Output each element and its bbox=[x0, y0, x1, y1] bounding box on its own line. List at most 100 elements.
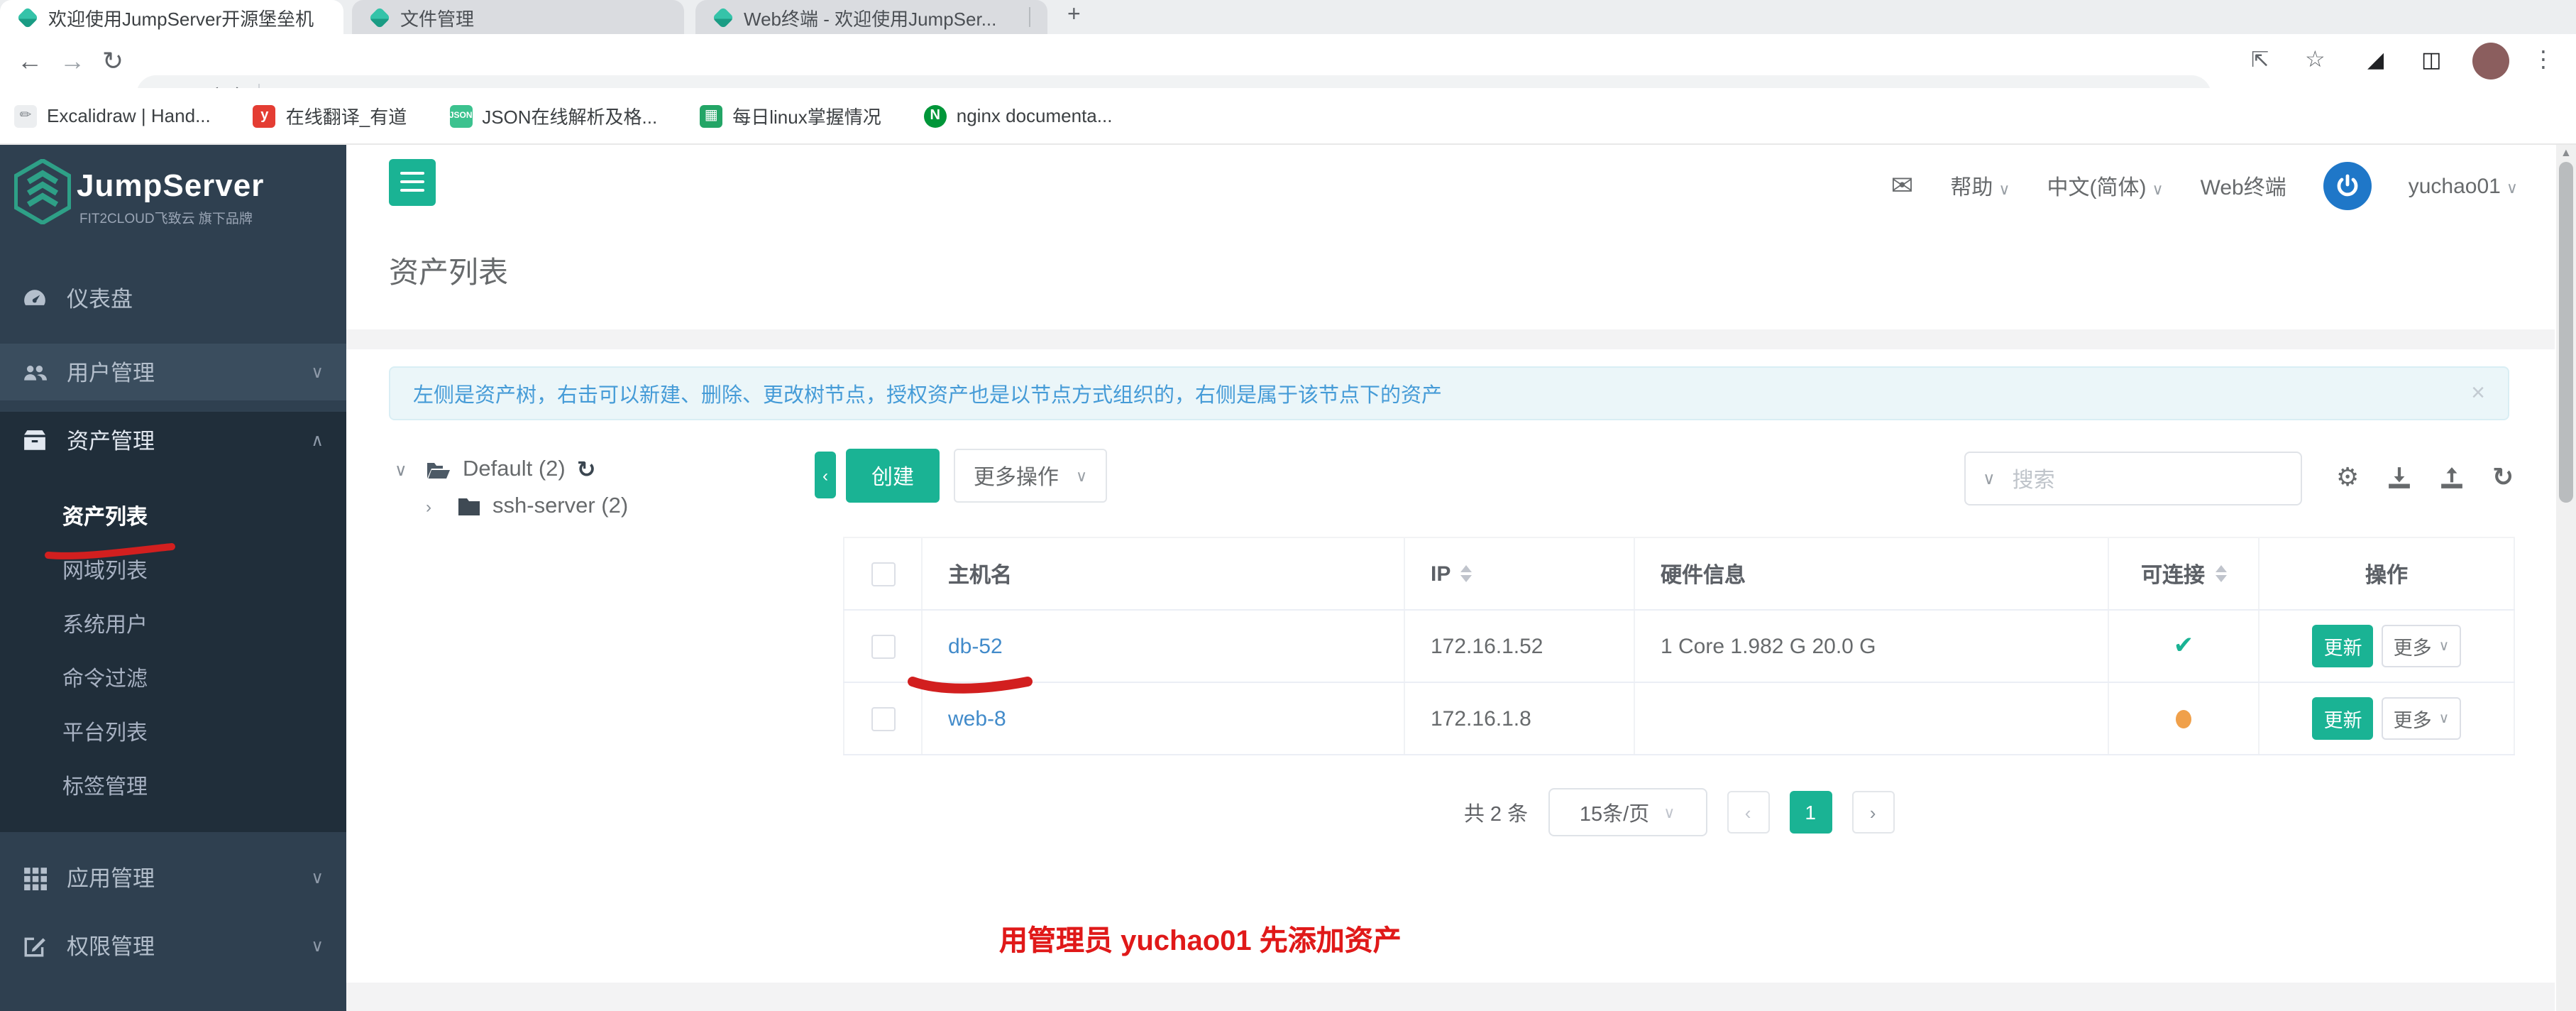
web-terminal-link[interactable]: Web终端 bbox=[2201, 171, 2286, 201]
create-button[interactable]: 创建 bbox=[846, 449, 940, 503]
extension-pin-icon[interactable]: ◢ bbox=[2367, 34, 2384, 88]
search-field-dropdown-icon[interactable]: ∨ bbox=[1983, 469, 1996, 488]
folder-icon bbox=[457, 497, 481, 517]
bookmarks-bar: ✏ Excalidraw | Hand... y 在线翻译_有道 JSON JS… bbox=[0, 88, 2576, 145]
chevron-down-icon[interactable]: ∨ bbox=[395, 460, 414, 480]
spreadsheet-icon: ▦ bbox=[700, 104, 722, 127]
sidebar-subitem-label-management[interactable]: 标签管理 bbox=[0, 758, 346, 812]
back-icon[interactable]: ← bbox=[17, 34, 43, 88]
search-placeholder: 搜索 bbox=[2013, 464, 2055, 493]
sort-icon[interactable] bbox=[2215, 565, 2226, 582]
column-hardware[interactable]: 硬件信息 bbox=[1635, 538, 2109, 609]
row-more-button[interactable]: 更多∨ bbox=[2382, 625, 2461, 667]
chevron-down-icon: ∨ bbox=[2439, 711, 2450, 726]
jumpserver-favicon-icon bbox=[16, 6, 38, 28]
sidebar-subitem-asset-list[interactable]: 资产列表 bbox=[0, 488, 346, 542]
row-checkbox[interactable] bbox=[871, 634, 895, 658]
new-tab-button[interactable]: + bbox=[1067, 3, 1081, 28]
sidebar-item-assets[interactable]: 资产管理 ∧ bbox=[0, 412, 346, 469]
search-input[interactable]: ∨ 搜索 bbox=[1964, 452, 2302, 506]
row-more-button[interactable]: 更多∨ bbox=[2382, 697, 2461, 740]
row-checkbox[interactable] bbox=[871, 706, 895, 731]
table-header-row: 主机名 IP 硬件信息 可连接 操作 bbox=[843, 537, 2515, 611]
update-button[interactable]: 更新 bbox=[2313, 625, 2374, 667]
youdao-icon: y bbox=[253, 104, 276, 127]
column-hostname[interactable]: 主机名 bbox=[923, 538, 1405, 609]
language-menu[interactable]: 中文(简体)∨ bbox=[2047, 171, 2163, 201]
more-actions-button[interactable]: 更多操作 ∨ bbox=[954, 449, 1107, 503]
pagination: 共 2 条 15条/页 ∨ ‹ 1 › bbox=[843, 781, 2515, 843]
browser-menu-icon[interactable]: ⋮ bbox=[2532, 34, 2555, 88]
browser-tab-2[interactable]: 文件管理 bbox=[352, 0, 684, 34]
settings-gear-icon[interactable]: ⚙ bbox=[2336, 463, 2359, 493]
info-alert: 左侧是资产树，右击可以新建、删除、更改树节点，授权资产也是以节点方式组织的，右侧… bbox=[389, 366, 2509, 420]
user-avatar[interactable] bbox=[2323, 162, 2372, 210]
connectable-check-icon: ✔ bbox=[2174, 632, 2194, 660]
tree-node-ssh-server[interactable]: › ssh-server (2) bbox=[395, 488, 628, 525]
chevron-down-icon: ∨ bbox=[1998, 181, 2010, 198]
assets-icon bbox=[23, 428, 47, 452]
jumpserver-logo[interactable]: JumpServer FIT2CLOUD飞致云 旗下品牌 bbox=[0, 145, 346, 239]
page-size-select[interactable]: 15条/页 ∨ bbox=[1548, 788, 1707, 836]
share-icon[interactable]: ⇱ bbox=[2251, 34, 2269, 88]
sidebar-item-users[interactable]: 用户管理 ∨ bbox=[0, 344, 346, 400]
close-icon[interactable]: × bbox=[2471, 379, 2485, 408]
update-button[interactable]: 更新 bbox=[2313, 697, 2374, 740]
asset-hardware bbox=[1635, 683, 2109, 754]
next-page-button[interactable]: › bbox=[1851, 791, 1894, 834]
user-menu[interactable]: yuchao01∨ bbox=[2409, 174, 2518, 198]
sidebar-toggle-button[interactable] bbox=[389, 159, 436, 206]
current-page-button[interactable]: 1 bbox=[1789, 791, 1832, 834]
sidebar-subitem-system-users[interactable]: 系统用户 bbox=[0, 596, 346, 650]
reload-icon[interactable]: ↻ bbox=[102, 34, 123, 88]
forward-icon[interactable]: → bbox=[60, 34, 85, 88]
sidebar: JumpServer FIT2CLOUD飞致云 旗下品牌 仪表盘 用户管理 ∨ bbox=[0, 145, 346, 1011]
prev-page-button[interactable]: ‹ bbox=[1727, 791, 1769, 834]
bookmark-youdao[interactable]: y 在线翻译_有道 bbox=[253, 102, 407, 129]
import-upload-icon[interactable] bbox=[2440, 466, 2464, 490]
refresh-icon[interactable]: ↻ bbox=[577, 456, 596, 484]
chevron-right-icon[interactable]: › bbox=[426, 497, 446, 517]
browser-tab-3[interactable]: Web终端 - 欢迎使用JumpSer... bbox=[695, 0, 1047, 34]
bookmark-linux-sheet[interactable]: ▦ 每日linux掌握情况 bbox=[700, 102, 881, 129]
asset-link[interactable]: db-52 bbox=[948, 634, 1003, 658]
bookmark-excalidraw[interactable]: ✏ Excalidraw | Hand... bbox=[14, 104, 211, 127]
export-download-icon[interactable] bbox=[2387, 466, 2411, 490]
tree-collapse-handle[interactable]: ‹ bbox=[815, 452, 836, 498]
red-text-annotation: 用管理员 yuchao01 先添加资产 bbox=[999, 917, 1402, 958]
page-title: 资产列表 bbox=[389, 250, 508, 293]
tree-node-default[interactable]: ∨ Default (2) ↻ bbox=[395, 452, 628, 488]
scrollbar-thumb[interactable] bbox=[2559, 162, 2573, 503]
sidebar-subitem-command-filters[interactable]: 命令过滤 bbox=[0, 650, 346, 704]
scroll-up-arrow-icon[interactable]: ▲ bbox=[2560, 146, 2572, 159]
browser-address-bar: ← → ↻ ▲! 不安全 10.0.0.61/ui/#/assets/asset… bbox=[0, 34, 2576, 88]
vertical-scrollbar[interactable]: ▲ bbox=[2556, 145, 2576, 1011]
assets-table: 主机名 IP 硬件信息 可连接 操作 db-52 172.16.1.52 1 C… bbox=[843, 537, 2515, 755]
jumpserver-hexagon-icon bbox=[14, 159, 71, 224]
screenshot-root: 欢迎使用JumpServer开源堡垒机 文件管理 Web终端 - 欢迎使用Jum… bbox=[0, 0, 2576, 1011]
column-ip[interactable]: IP bbox=[1405, 538, 1635, 609]
select-all-checkbox[interactable] bbox=[871, 562, 895, 586]
sidebar-subitem-domain-list[interactable]: 网域列表 bbox=[0, 542, 346, 596]
bookmark-json[interactable]: JSON JSON在线解析及格... bbox=[449, 102, 657, 129]
help-menu[interactable]: 帮助∨ bbox=[1950, 171, 2010, 201]
side-panel-icon[interactable]: ◫ bbox=[2421, 34, 2441, 88]
profile-avatar[interactable] bbox=[2472, 43, 2509, 80]
nginx-icon: N bbox=[924, 104, 947, 127]
chevron-down-icon: ∨ bbox=[1076, 466, 1087, 485]
sort-icon[interactable] bbox=[1460, 565, 1472, 582]
asset-link[interactable]: web-8 bbox=[948, 706, 1006, 731]
browser-tab-1[interactable]: 欢迎使用JumpServer开源堡垒机 bbox=[0, 0, 343, 34]
bookmark-star-icon[interactable]: ☆ bbox=[2305, 34, 2325, 88]
main-content: 资产列表 左侧是资产树，右击可以新建、删除、更改树节点，授权资产也是以节点方式组… bbox=[346, 227, 2555, 1011]
mail-icon[interactable]: ✉ bbox=[1890, 170, 1913, 202]
tab-title: Web终端 - 欢迎使用JumpSer... bbox=[744, 4, 1019, 31]
table-row: web-8 172.16.1.8 更新 更多∨ bbox=[843, 683, 2515, 755]
sidebar-item-applications[interactable]: 应用管理 ∨ bbox=[0, 849, 346, 906]
column-connectable[interactable]: 可连接 bbox=[2109, 538, 2259, 609]
bookmark-nginx[interactable]: N nginx documenta... bbox=[924, 104, 1113, 127]
sidebar-subitem-platform-list[interactable]: 平台列表 bbox=[0, 704, 346, 758]
sidebar-item-permissions[interactable]: 权限管理 ∨ bbox=[0, 917, 346, 974]
refresh-icon[interactable]: ↻ bbox=[2492, 463, 2514, 493]
sidebar-item-dashboard[interactable]: 仪表盘 bbox=[0, 270, 346, 327]
